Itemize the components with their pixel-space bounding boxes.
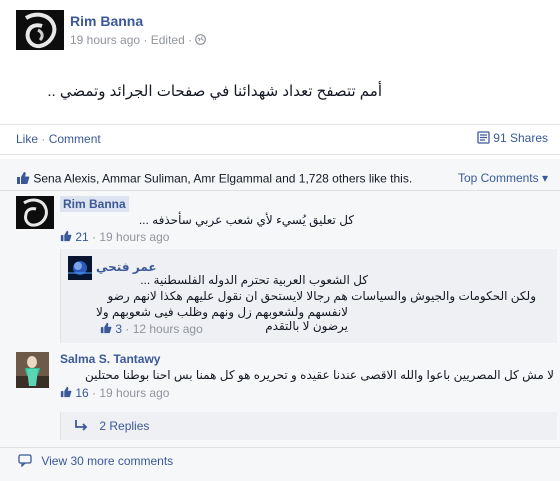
reply-time[interactable]: · 12 hours ago (125, 322, 202, 336)
comment-time[interactable]: · 19 hours ago (92, 230, 169, 244)
likes-summary: Sena Alexis, Ammar Suliman, Amr Elgammal… (16, 171, 412, 188)
comment-meta: 21 · 19 hours ago (60, 230, 169, 245)
comment-text: لا مش كل المصريين باعوا والله الاقصى عند… (85, 368, 554, 382)
reply-text-line-1: كل الشعوب العربية تحترم الدوله الفلسطنية… (140, 273, 368, 287)
reply-author[interactable]: عمر فتحي (96, 260, 157, 274)
action-separator: · (41, 132, 46, 146)
reply-meta: 3 · 12 hours ago (100, 322, 203, 337)
post-author-avatar[interactable] (16, 10, 64, 50)
share-icon (477, 131, 490, 147)
commenter-avatar[interactable] (16, 196, 54, 229)
post-meta: 19 hours ago · Edited · (70, 33, 207, 48)
post-actions: Like · Comment (16, 132, 101, 146)
comment-time[interactable]: · 19 hours ago (92, 386, 169, 400)
thumbs-up-icon (100, 322, 112, 337)
comment-meta: 16 · 19 hours ago (60, 386, 169, 401)
divider (0, 124, 560, 125)
replies-count[interactable]: 2 Replies (99, 419, 149, 433)
divider (0, 447, 560, 448)
thumbs-up-icon (60, 386, 72, 401)
comment-button[interactable]: Comment (49, 132, 101, 146)
comment-like-count[interactable]: 16 (75, 386, 88, 400)
post-author-name[interactable]: Rim Banna (70, 13, 143, 29)
comment-author[interactable]: Rim Banna (60, 196, 129, 212)
globe-icon (195, 33, 207, 48)
reply-text-line-2: ولكن الحكومات والجيوش والسياسات هم رجالا… (107, 289, 536, 303)
comment-bubble-icon (18, 454, 32, 470)
replies-link[interactable]: 2 Replies (74, 419, 149, 434)
shares-count[interactable]: 91 Shares (493, 131, 548, 145)
thumbs-up-icon (60, 230, 72, 245)
reply-like-count[interactable]: 3 (115, 322, 122, 336)
divider (0, 190, 560, 191)
reply-arrow-icon (74, 419, 88, 434)
like-button[interactable]: Like (16, 132, 38, 146)
comment-text: كل تعليق يُسيء لأي شعب عربي سأحذفه ... (138, 213, 354, 227)
thumbs-up-icon (16, 171, 30, 188)
shares-link[interactable]: 91 Shares (477, 131, 548, 147)
post-text: أمم تتصفح تعداد شهدائنا في صفحات الجرائد… (47, 83, 382, 100)
post-time[interactable]: 19 hours ago (70, 33, 140, 47)
likes-text[interactable]: Sena Alexis, Ammar Suliman, Amr Elgammal… (33, 172, 412, 186)
commenter-avatar[interactable] (16, 352, 49, 388)
view-more-comments[interactable]: View 30 more comments (18, 454, 173, 470)
divider (0, 154, 560, 155)
post-edited: · Edited · (143, 33, 193, 47)
top-comments-dropdown[interactable]: Top Comments ▾ (458, 171, 548, 185)
comment-author[interactable]: Salma S. Tantawy (60, 352, 160, 366)
comment-like-count[interactable]: 21 (75, 230, 88, 244)
view-more-label[interactable]: View 30 more comments (41, 454, 173, 468)
